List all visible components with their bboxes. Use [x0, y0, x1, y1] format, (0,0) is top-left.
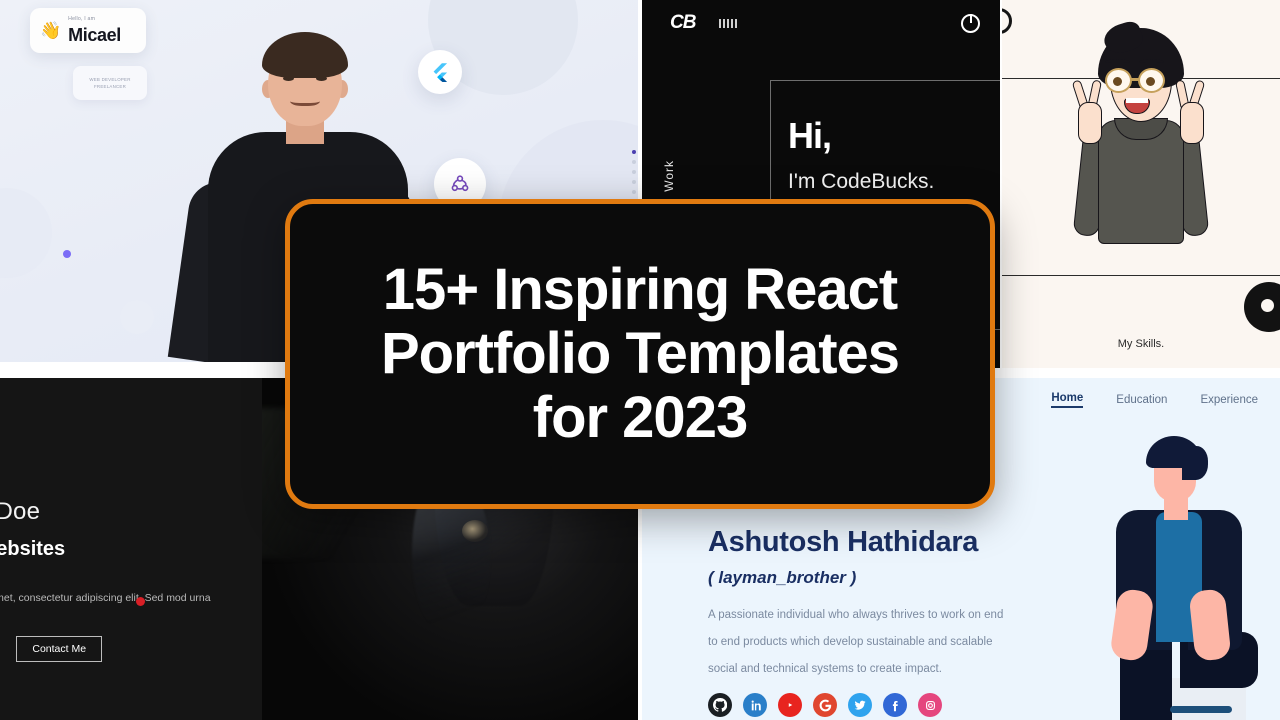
hero-bio: A passionate individual who always thriv…	[708, 602, 1108, 683]
template-preview-avatar-skills[interactable]: My Skills.	[1002, 0, 1280, 368]
hero-name-card: 👋 Hello, I am Micael	[30, 8, 146, 53]
overlay-title: 15+ Inspiring React Portfolio Templates …	[357, 258, 923, 449]
github-icon[interactable]	[708, 693, 732, 717]
google-icon[interactable]	[813, 693, 837, 717]
nav-item-home[interactable]: Home	[1051, 392, 1084, 408]
hero-description: m dolor sit amet, consectetur adipiscing…	[0, 592, 211, 604]
photo-highlight	[462, 520, 488, 542]
wave-hand-icon: 👋	[40, 21, 62, 40]
nav-item-education[interactable]: Education	[1116, 394, 1167, 406]
power-toggle-icon[interactable]	[961, 14, 980, 33]
role-line-2: FREELANCER	[93, 84, 127, 89]
hero-tagline: cool websites	[0, 538, 66, 560]
hero-name: Micael	[68, 24, 121, 45]
red-accent-dot	[136, 597, 145, 606]
panel-divider	[1000, 0, 1002, 368]
seated-man-illustration	[1084, 430, 1280, 720]
bio-line: to end products which develop sustainabl…	[708, 636, 993, 649]
linkedin-icon[interactable]	[743, 693, 767, 717]
twitter-icon[interactable]	[848, 693, 872, 717]
bio-line: A passionate individual who always thriv…	[708, 609, 1004, 621]
hero-greeting: Hi,	[788, 115, 832, 156]
dark-circle-icon	[1244, 282, 1280, 332]
social-links[interactable]	[708, 693, 942, 717]
carousel-pagination[interactable]	[632, 150, 636, 204]
role-line-1: WEB DEVELOPER	[89, 77, 131, 82]
flutter-logo-icon	[418, 50, 462, 94]
work-side-label[interactable]: Work	[662, 160, 676, 192]
facebook-icon[interactable]	[883, 693, 907, 717]
contact-me-button[interactable]: Contact Me	[16, 636, 103, 662]
my-skills-caption: My Skills.	[1117, 338, 1165, 350]
cartoon-avatar-illustration	[1060, 18, 1220, 290]
template-preview-johndoe[interactable]: ohn Doe cool websites m dolor sit amet, …	[0, 378, 262, 720]
youtube-icon[interactable]	[778, 693, 802, 717]
hero-greeting: Hello, I am	[68, 16, 96, 23]
hero-name: ohn Doe	[0, 498, 41, 525]
overlay-title-line-2: Portfolio Templates	[380, 321, 900, 387]
overlay-title-line-1: 15+ Inspiring React	[382, 257, 898, 323]
bio-line: social and technical systems to create i…	[708, 663, 942, 676]
hero-intro: I'm CodeBucks.	[788, 170, 935, 193]
decor-dot	[63, 250, 71, 258]
instagram-icon[interactable]	[918, 693, 942, 717]
title-overlay-card: 15+ Inspiring React Portfolio Templates …	[285, 199, 995, 509]
nav-item-experience[interactable]: Experience	[1200, 394, 1258, 406]
hero-role-card: WEB DEVELOPER FREELANCER	[73, 66, 147, 100]
overlay-title-line-3: for 2023	[532, 384, 748, 450]
decor-blob	[0, 188, 52, 278]
navbar[interactable]: Home Education Experience	[1051, 392, 1258, 408]
decor-blob	[120, 300, 154, 334]
menu-bars-icon[interactable]	[719, 19, 737, 28]
hero-name: Ashutosh Hathidara	[708, 526, 979, 558]
screenshot-collage: 👋 Hello, I am Micael WEB DEVELOPER FREEL…	[0, 0, 1280, 720]
hero-handle: ( layman_brother )	[708, 568, 857, 587]
circle-decor-icon	[1002, 8, 1012, 34]
codebucks-logo[interactable]: CB	[670, 12, 696, 34]
